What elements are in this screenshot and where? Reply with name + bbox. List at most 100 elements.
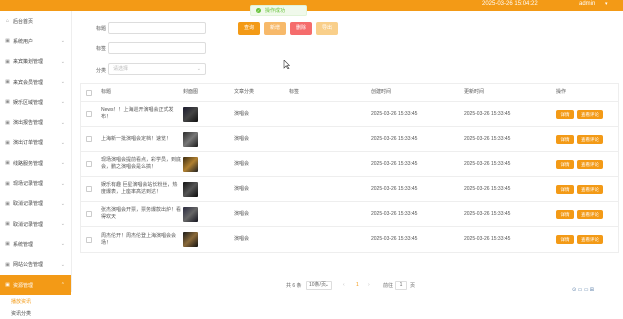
view-comments-button[interactable]: 查看评论	[577, 109, 603, 119]
table-row: 张杰演唱会开票，票务爆款出炉！看得欢天 演唱会 2025-03-26 15:33…	[81, 202, 618, 227]
table-row: 现场演唱会提前看点，彩学员，到底会，鹏之演唱会是么搞！ 演唱会 2025-03-…	[81, 152, 618, 177]
sidebar-item-system-users[interactable]: ▣ 系统用户 ⌄	[0, 31, 71, 51]
sidebar-item-guest-planning[interactable]: ▣ 来宾策划管理 ⌄	[0, 52, 71, 72]
tag-filter-input[interactable]	[108, 42, 206, 54]
row-checkbox[interactable]	[86, 177, 92, 201]
sidebar-item-route-service[interactable]: ▣ 线路服务管理 ⌄	[0, 153, 71, 173]
sidebar-item-label: 来宾策划管理	[13, 59, 44, 66]
menu-icon: ▣	[5, 261, 10, 268]
select-all-checkbox[interactable]	[86, 84, 92, 101]
chevron-down-icon: ⌄	[60, 38, 65, 45]
view-comments-button[interactable]: 查看评论	[577, 184, 603, 194]
row-updated-at: 2025-03-26 15:33:45	[464, 135, 511, 142]
chevron-down-icon: ⌄	[196, 66, 201, 72]
chevron-down-icon: ⌄	[60, 261, 65, 268]
menu-icon: ▣	[5, 180, 10, 187]
menu-icon: ▣	[5, 99, 10, 106]
pagination: 共 6 条 10条/页 ⌄ ‹ 1 › 前往 1 页	[72, 281, 623, 292]
view-comments-button[interactable]: 查看评论	[577, 235, 603, 244]
row-checkbox[interactable]	[86, 202, 92, 226]
view-comments-button[interactable]: 查看评论	[577, 159, 603, 169]
chevron-down-icon: ⌄	[60, 241, 65, 248]
row-category: 演唱会	[234, 185, 250, 192]
table-row: 娱乐有趣 巨星演唱会站长粉丝，热度爆表，上座率高达到达！ 演唱会 2025-03…	[81, 177, 618, 202]
detail-button[interactable]: 详情	[556, 184, 574, 194]
sidebar-subitem-news-category[interactable]: 资讯分类	[0, 307, 71, 319]
sidebar-item-home[interactable]: ⌂ 后台首页	[0, 11, 71, 31]
menu-icon: ▣	[5, 221, 10, 228]
row-updated-at: 2025-03-26 15:33:45	[464, 185, 511, 192]
row-title: 上海新一批演唱会定档！速览！	[101, 135, 172, 142]
row-cover-image	[183, 102, 198, 126]
chevron-down-icon: ⌄	[60, 139, 65, 146]
sidebar-item-onsite-records[interactable]: ▣ 现场记录管理 ⌄	[0, 173, 71, 193]
row-cover-image	[183, 202, 198, 226]
sidebar-item-label: 来宾会员管理	[13, 79, 44, 86]
sidebar-item-system[interactable]: ▣ 系统管理 ⌄	[0, 234, 71, 254]
row-checkbox[interactable]	[86, 102, 92, 126]
chevron-down-icon: ⌄	[60, 58, 65, 65]
row-cover-image	[183, 152, 198, 176]
menu-icon: ▣	[5, 119, 10, 126]
category-filter-select[interactable]: 请选择 ⌄	[108, 63, 206, 75]
bottom-right-toolbar-icons[interactable]: ⊙ ▭ ▭ ⊞	[572, 287, 594, 293]
header-user[interactable]: admin	[579, 1, 595, 7]
chevron-up-icon: ⌃	[60, 282, 65, 288]
column-header-cover: 封面图	[183, 89, 199, 95]
export-button[interactable]: 导出	[316, 22, 338, 35]
sidebar-item-show-orders[interactable]: ▣ 演出订单管理 ⌄	[0, 133, 71, 153]
chevron-down-icon: ⌄	[60, 160, 65, 167]
menu-icon: ▣	[5, 282, 10, 288]
row-updated-at: 2025-03-26 15:33:45	[464, 160, 511, 167]
delete-button[interactable]: 删除	[290, 22, 312, 35]
search-button[interactable]: 查询	[238, 22, 260, 35]
sidebar-item-cancel-records[interactable]: ▣ 取消记录管理 ⌄	[0, 194, 71, 214]
view-comments-button[interactable]: 查看评论	[577, 134, 603, 144]
row-created-at: 2025-03-26 15:33:45	[371, 135, 418, 142]
row-checkbox[interactable]	[86, 227, 92, 252]
sidebar-item-label: 资源管理	[13, 282, 34, 289]
sidebar-item-label: 娱乐区域管理	[13, 99, 44, 106]
sidebar-item-announcements[interactable]: ▣ 网站公告管理 ⌄	[0, 255, 71, 275]
sidebar-item-label: 系统用户	[13, 38, 34, 45]
row-updated-at: 2025-03-26 15:33:45	[464, 210, 511, 217]
sidebar-item-entertainment-area[interactable]: ▣ 娱乐区域管理 ⌄	[0, 92, 71, 112]
row-category: 演唱会	[234, 160, 250, 167]
title-filter-label: 标题	[96, 26, 107, 32]
row-created-at: 2025-03-26 15:33:45	[371, 236, 418, 242]
table-row: 周杰伦开！周杰伦登上海演唱会会场！ 演唱会 2025-03-26 15:33:4…	[81, 227, 618, 252]
header-timestamp: 2025-03-26 15:04:22	[482, 1, 538, 7]
detail-button[interactable]: 详情	[556, 109, 574, 119]
row-checkbox[interactable]	[86, 127, 92, 151]
table-row: 上海新一批演唱会定档！速览！ 演唱会 2025-03-26 15:33:45 2…	[81, 127, 618, 152]
prev-page-icon[interactable]: ‹	[343, 282, 345, 288]
chevron-down-icon: ⌄	[60, 79, 65, 86]
sidebar-item-label: 系统管理	[13, 241, 34, 248]
sidebar-item-guest-members[interactable]: ▣ 来宾会员管理 ⌄	[0, 72, 71, 92]
next-page-icon[interactable]: ›	[368, 282, 370, 288]
view-comments-button[interactable]: 查看评论	[577, 209, 603, 219]
detail-button[interactable]: 详情	[556, 159, 574, 169]
menu-icon: ▣	[5, 241, 10, 248]
category-filter-label: 分类	[96, 68, 107, 74]
detail-button[interactable]: 详情	[556, 134, 574, 144]
page-size-select[interactable]: 10条/页 ⌄	[306, 281, 332, 290]
sidebar-subitem-news[interactable]: 播放资讯	[0, 295, 71, 307]
detail-button[interactable]: 详情	[556, 235, 574, 244]
sidebar-item-label: 网站公告管理	[13, 262, 44, 269]
user-dropdown-icon[interactable]: ▾	[605, 1, 608, 7]
top-header-bar: 2025-03-26 15:04:22 admin ▾	[0, 0, 623, 11]
sidebar-item-cancel-records-2[interactable]: ▣ 取消记录管理 ⌄	[0, 214, 71, 234]
detail-button[interactable]: 详情	[556, 209, 574, 219]
row-created-at: 2025-03-26 15:33:45	[371, 160, 418, 167]
sidebar-item-resources[interactable]: ▣ 资源管理 ⌃	[0, 274, 71, 296]
title-filter-input[interactable]	[108, 22, 206, 34]
current-page[interactable]: 1	[356, 282, 359, 288]
sidebar-item-label: 取消记录管理	[13, 221, 44, 228]
menu-icon: ▣	[5, 79, 10, 86]
add-button[interactable]: 新增	[264, 22, 286, 35]
row-checkbox[interactable]	[86, 152, 92, 176]
sidebar-item-show-reports[interactable]: ▣ 演出报告管理 ⌄	[0, 112, 71, 132]
goto-page-input[interactable]: 1	[395, 281, 407, 290]
column-header-updated: 更新时间	[464, 89, 485, 95]
